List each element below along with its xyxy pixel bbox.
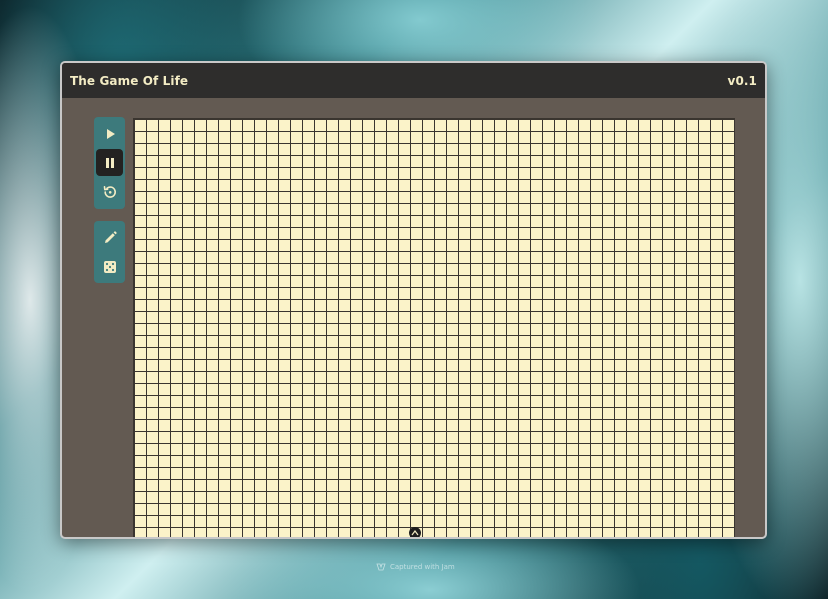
playback-toolbar xyxy=(94,117,125,209)
pause-icon xyxy=(105,157,114,168)
play-button[interactable] xyxy=(96,120,123,147)
chevron-up-icon xyxy=(411,530,419,536)
dice-icon xyxy=(103,260,116,273)
main-area xyxy=(62,98,765,537)
pencil-icon xyxy=(104,230,117,243)
version-label: v0.1 xyxy=(727,73,757,88)
capture-watermark: Captured with Jam xyxy=(376,563,455,571)
reset-icon xyxy=(103,185,116,198)
randomize-button[interactable] xyxy=(96,253,123,280)
app-title: The Game Of Life xyxy=(70,73,189,88)
app-window: The Game Of Life v0.1 xyxy=(60,61,767,539)
jam-logo-icon xyxy=(376,563,386,571)
play-icon xyxy=(106,128,115,139)
scroll-handle[interactable] xyxy=(409,527,421,537)
watermark-text: Captured with Jam xyxy=(390,563,455,571)
draw-button[interactable] xyxy=(96,224,123,251)
title-bar: The Game Of Life v0.1 xyxy=(62,63,765,98)
edit-toolbar xyxy=(94,221,125,283)
pause-button[interactable] xyxy=(96,149,123,176)
life-grid[interactable] xyxy=(133,118,735,537)
reset-button[interactable] xyxy=(96,178,123,205)
